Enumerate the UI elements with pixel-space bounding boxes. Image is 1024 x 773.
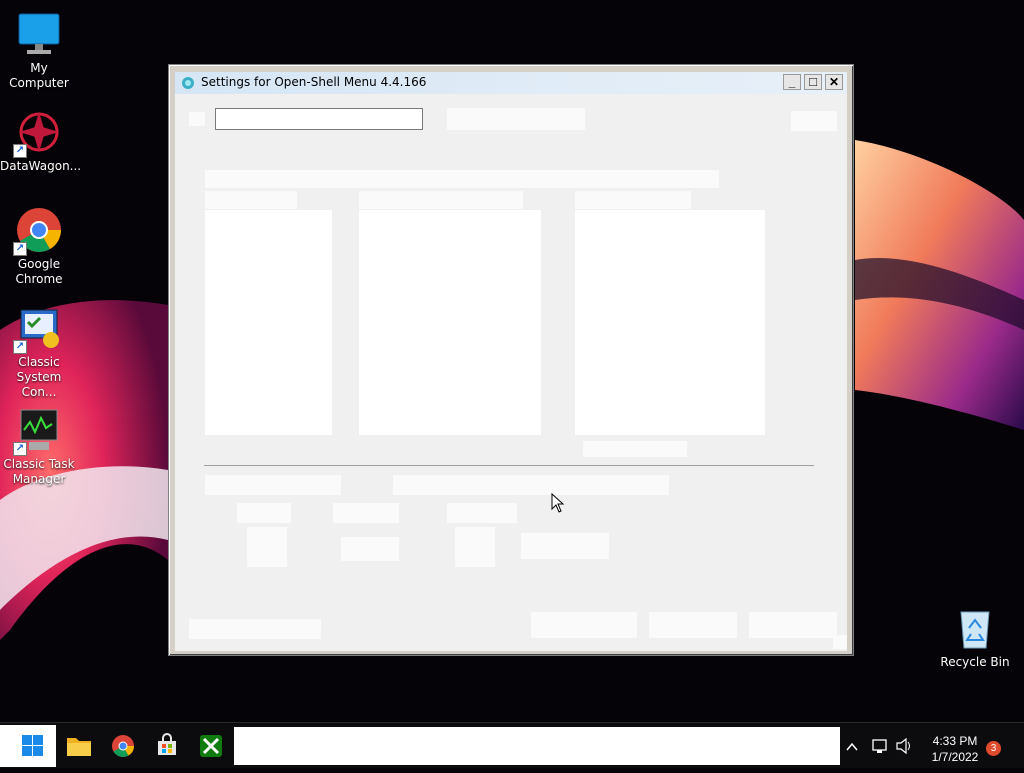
show-hidden-icons-button[interactable] (844, 723, 860, 769)
taskbar-file-explorer[interactable] (60, 727, 98, 765)
maximize-button[interactable]: □ (804, 74, 822, 90)
settings-window: Settings for Open-Shell Menu 4.4.166 _ □… (168, 64, 854, 656)
show-all-settings-checkbox[interactable] (447, 108, 585, 130)
desktop-icon-label: Classic System Con... (16, 355, 62, 399)
desktop-icon-google-chrome[interactable]: ↗ Google Chrome (0, 206, 78, 287)
minimize-button[interactable]: _ (783, 74, 801, 90)
desktop-icon-recycle-bin[interactable]: Recycle Bin (936, 604, 1014, 670)
desktop-icon-label: Google Chrome (15, 257, 63, 286)
desktop-icon-my-computer[interactable]: My Computer (0, 10, 78, 91)
section-divider (204, 465, 814, 466)
shortcut-arrow-icon: ↗ (13, 442, 27, 456)
close-button[interactable]: ✕ (825, 74, 843, 90)
chrome-icon: ↗ (13, 206, 63, 256)
backup-button[interactable] (531, 612, 637, 638)
notification-badge[interactable]: 3 (986, 741, 1001, 756)
recycle-bin-icon (951, 604, 999, 652)
settings-client-area (175, 94, 847, 651)
clock-date: 1/7/2022 (931, 750, 979, 764)
desktop-icon-label: Classic Task Manager (3, 457, 75, 486)
desktop-icon-label: My Computer (9, 61, 69, 90)
desktop-icon-datawagon[interactable]: ↗ DataWagon... (0, 108, 82, 174)
volume-tray-button[interactable] (894, 723, 914, 769)
cancel-button[interactable] (749, 612, 837, 638)
taskbar: 4:33 PM 1/7/2022 (0, 722, 1024, 768)
button-style-option[interactable] (237, 503, 291, 523)
taskbar-xbox[interactable] (192, 727, 230, 765)
style-option-panel[interactable] (359, 210, 541, 435)
taskbar-store[interactable] (148, 727, 186, 765)
store-icon (158, 733, 176, 755)
task-manager-icon: ↗ (13, 406, 63, 456)
button-preview (247, 527, 287, 567)
style-group-label (205, 191, 297, 209)
taskbar-app-area[interactable] (234, 727, 840, 765)
desktop-icon-classic-system-control[interactable]: ↗ Classic System Con... (0, 304, 78, 400)
xbox-icon (200, 735, 222, 757)
speaker-icon (896, 737, 910, 755)
monitor-icon (15, 10, 63, 58)
file-explorer-icon (67, 738, 91, 756)
control-panel-icon: ↗ (13, 304, 63, 354)
start-button[interactable] (0, 725, 56, 767)
style-option-panel[interactable] (205, 210, 332, 435)
ok-button[interactable] (649, 612, 737, 638)
style-option-panel[interactable] (575, 210, 765, 435)
button-preview (341, 537, 399, 561)
taskbar-chrome[interactable] (104, 727, 142, 765)
network-tray-button[interactable] (870, 723, 890, 769)
chrome-icon (112, 735, 134, 757)
search-icon (189, 112, 205, 126)
start-button-option[interactable] (205, 475, 341, 495)
desktop-icon-label: DataWagon... (0, 159, 82, 173)
chevron-up-icon (846, 742, 858, 751)
window-titlebar[interactable]: Settings for Open-Shell Menu 4.4.166 _ □… (175, 72, 847, 94)
datawagon-icon: ↗ (13, 108, 63, 158)
clock-time: 4:33 PM (932, 734, 978, 748)
mouse-pointer-icon (551, 493, 565, 513)
taskbar-clock[interactable]: 4:33 PM 1/7/2022 (920, 733, 990, 765)
select-skin-link[interactable] (583, 441, 687, 457)
start-icon (22, 735, 43, 756)
shortcut-arrow-icon: ↗ (13, 144, 27, 158)
description-text (205, 170, 719, 188)
resize-grip[interactable] (833, 635, 847, 649)
network-icon (872, 739, 887, 753)
button-style-option[interactable] (333, 503, 399, 523)
help-link[interactable] (791, 111, 837, 131)
button-style-option[interactable] (447, 503, 517, 523)
shortcut-arrow-icon: ↗ (13, 242, 27, 256)
window-title: Settings for Open-Shell Menu 4.4.166 (201, 75, 427, 89)
shortcut-arrow-icon: ↗ (13, 340, 27, 354)
button-preview (455, 527, 495, 567)
desktop-icon-classic-task-manager[interactable]: ↗ Classic Task Manager (0, 406, 78, 487)
search-input[interactable] (215, 108, 423, 130)
desktop-icon-label: Recycle Bin (940, 655, 1010, 669)
style-group-label (575, 191, 691, 209)
website-link[interactable] (189, 619, 321, 639)
open-shell-icon (181, 76, 195, 90)
style-group-label (359, 191, 523, 209)
custom-button-option[interactable] (393, 475, 669, 495)
pick-image-button[interactable] (521, 533, 609, 559)
